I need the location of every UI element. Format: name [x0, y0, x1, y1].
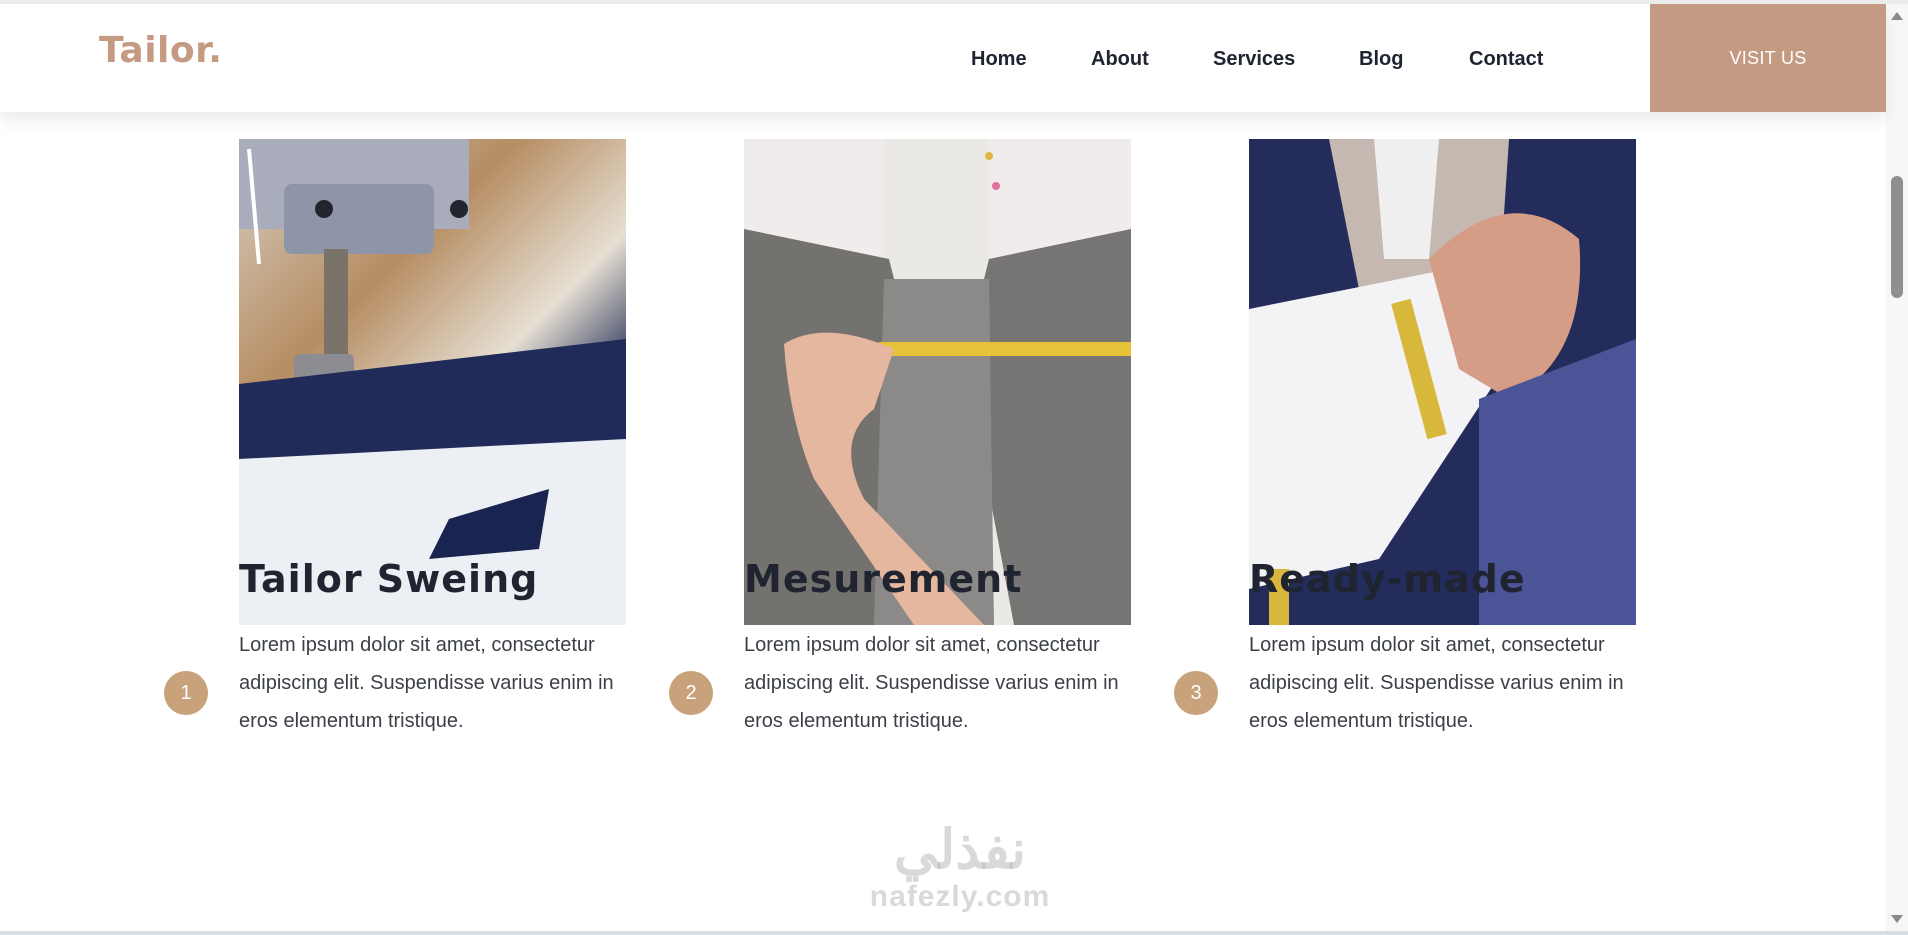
- readymade-illustration: [1249, 139, 1636, 625]
- card-title-measurement: Mesurement: [744, 557, 1023, 601]
- nav-home[interactable]: Home: [971, 48, 1027, 71]
- site-header: Tailor. Home About Services Blog Contact…: [0, 4, 1886, 112]
- nav-about[interactable]: About: [1091, 48, 1149, 71]
- scroll-thumb[interactable]: [1891, 176, 1903, 298]
- sewing-machine-image: [239, 139, 626, 625]
- watermark-latin: nafezly.com: [869, 880, 1051, 913]
- nav-blog[interactable]: Blog: [1359, 48, 1403, 71]
- card-text-readymade: Lorem ipsum dolor sit amet, consectetur …: [1249, 634, 1624, 732]
- measurement-image: [744, 139, 1131, 625]
- service-card-readymade: [1249, 139, 1636, 625]
- visit-us-button[interactable]: VISIT US: [1650, 4, 1886, 112]
- step-badge-2: 2: [669, 671, 713, 715]
- scroll-down-icon[interactable]: [1891, 915, 1903, 923]
- step-badge-3: 3: [1174, 671, 1218, 715]
- card-text-measurement: Lorem ipsum dolor sit amet, consectetur …: [744, 634, 1119, 732]
- measurement-illustration: [744, 139, 1131, 625]
- watermark-arabic: نفذلي: [893, 820, 1027, 880]
- nav-services[interactable]: Services: [1213, 48, 1295, 71]
- bottom-border: [0, 931, 1908, 935]
- scroll-up-icon[interactable]: [1891, 12, 1903, 20]
- service-card-measurement: [744, 139, 1131, 625]
- card-title-sewing: Tailor Sweing: [239, 557, 539, 601]
- service-card-sewing: [239, 139, 626, 625]
- nav-contact[interactable]: Contact: [1469, 48, 1543, 71]
- step-badge-1: 1: [164, 671, 208, 715]
- main-nav: Home About Services Blog Contact: [0, 4, 1886, 112]
- sewing-machine-illustration: [239, 139, 626, 625]
- watermark: نفذلي nafezly.com: [850, 820, 1070, 914]
- card-title-readymade: Ready-made: [1249, 557, 1526, 601]
- card-text-sewing: Lorem ipsum dolor sit amet, consectetur …: [239, 634, 614, 732]
- vertical-scrollbar[interactable]: [1886, 4, 1908, 931]
- readymade-image: [1249, 139, 1636, 625]
